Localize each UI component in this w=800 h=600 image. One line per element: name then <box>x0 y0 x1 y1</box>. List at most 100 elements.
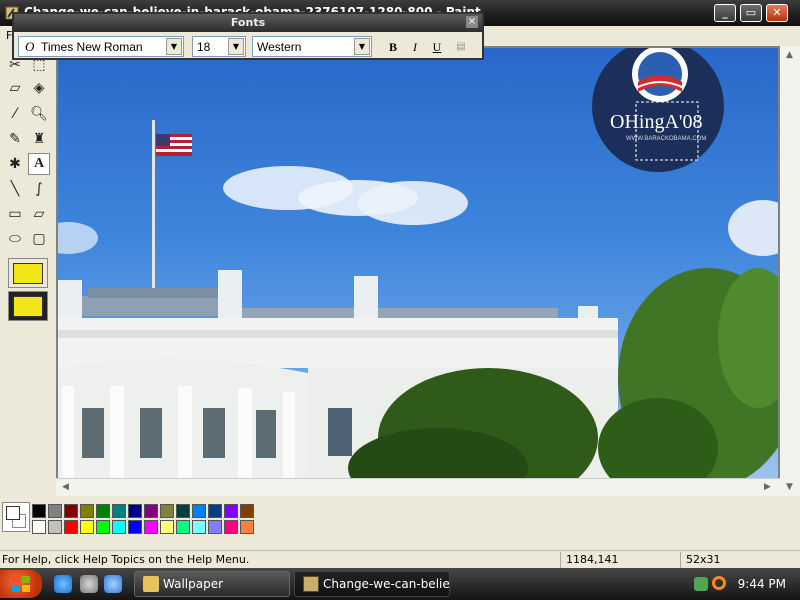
folder-icon <box>143 576 159 592</box>
drawing-canvas[interactable]: OHingA'08 WWW.BARACKOBAMA.COM <box>58 48 778 480</box>
task-wallpaper[interactable]: Wallpaper <box>134 571 290 597</box>
chevron-down-icon[interactable]: ▼ <box>166 38 182 55</box>
pencil-icon[interactable]: ✎ <box>4 128 26 150</box>
palette-swatch[interactable] <box>80 504 94 518</box>
internet-explorer-icon[interactable] <box>54 575 72 593</box>
palette-swatch[interactable] <box>144 520 158 534</box>
ellipse-icon[interactable]: ⬭ <box>4 228 26 250</box>
font-size-dropdown[interactable]: 18 ▼ <box>192 36 246 57</box>
opaque-option[interactable] <box>8 258 48 288</box>
palette-swatch[interactable] <box>96 504 110 518</box>
brush-icon[interactable]: ♜ <box>28 128 50 150</box>
palette-swatch[interactable] <box>48 504 62 518</box>
rounded-rect-icon[interactable]: ▢ <box>28 228 50 250</box>
airbrush-icon[interactable]: ✱ <box>4 153 26 175</box>
status-divider <box>680 552 681 568</box>
palette-swatch[interactable] <box>224 520 238 534</box>
italic-button[interactable]: I <box>406 38 424 56</box>
windows-logo-icon <box>12 576 30 592</box>
palette-swatch[interactable] <box>192 504 206 518</box>
start-button[interactable] <box>0 570 42 598</box>
logo-text: OHingA'08 <box>610 111 703 133</box>
status-divider <box>560 552 561 568</box>
bold-button[interactable]: B <box>384 38 402 56</box>
paint-window: Change-we-can-believe-in-barack-obama-23… <box>0 0 800 568</box>
palette-swatch[interactable] <box>64 520 78 534</box>
opentype-icon: O <box>25 39 35 54</box>
chevron-down-icon[interactable]: ▼ <box>354 38 370 55</box>
scroll-right-icon[interactable]: ▶ <box>764 482 771 492</box>
tool-box: ✂ ⬚ ▱ ◈ ⁄ 🔍︎ ✎ ♜ ✱ A ╲ ∫ ▭ ▱ ⬭ ▢ <box>0 46 56 496</box>
chevron-down-icon[interactable]: ▼ <box>228 38 244 55</box>
transparent-option-icon <box>13 296 43 317</box>
taskbar: Wallpaper Change-we-can-believ... 9:44 P… <box>0 568 800 600</box>
vertical-scrollbar[interactable]: ▲ ▼ <box>780 46 800 496</box>
palette-swatch[interactable] <box>64 504 78 518</box>
palette-swatch[interactable] <box>176 520 190 534</box>
palette-swatch[interactable] <box>224 504 238 518</box>
script-value: Western <box>257 40 302 54</box>
task-paint[interactable]: Change-we-can-believ... <box>294 571 450 597</box>
palette-swatch[interactable] <box>96 520 110 534</box>
white-house-picture: OHingA'08 WWW.BARACKOBAMA.COM <box>58 48 778 480</box>
clock: 9:44 PM <box>737 577 786 591</box>
foreground-color <box>6 506 20 520</box>
palette-swatch[interactable] <box>240 520 254 534</box>
scroll-up-icon[interactable]: ▲ <box>786 50 793 60</box>
campaign-logo-badge <box>592 48 724 172</box>
fonts-toolbar: Fonts × Times New Roman O ▼ 18 ▼ Western… <box>12 12 484 60</box>
magnifier-icon[interactable]: 🔍︎ <box>28 103 50 125</box>
font-name-dropdown[interactable]: Times New Roman O ▼ <box>18 36 184 57</box>
palette-swatch[interactable] <box>112 520 126 534</box>
palette-swatch[interactable] <box>128 504 142 518</box>
color-picker-icon[interactable]: ⁄ <box>4 103 26 125</box>
palette-swatch[interactable] <box>80 520 94 534</box>
palette-swatch[interactable] <box>160 520 174 534</box>
cursor-coordinates: 1184,141 <box>566 553 619 566</box>
scroll-left-icon[interactable]: ◀ <box>62 482 69 492</box>
palette-swatch[interactable] <box>128 520 142 534</box>
fonts-close-icon[interactable]: × <box>466 16 478 28</box>
minimize-button[interactable]: _ <box>714 4 736 22</box>
line-icon[interactable]: ╲ <box>4 178 26 200</box>
eraser-icon[interactable]: ▱ <box>4 77 26 99</box>
text-tool-icon[interactable]: A <box>28 153 50 175</box>
selection-size: 52x31 <box>686 553 721 566</box>
task-label: Change-we-can-believ... <box>323 577 450 591</box>
underline-button[interactable]: U <box>428 38 446 56</box>
us-flag <box>156 134 192 156</box>
palette-swatch[interactable] <box>208 504 222 518</box>
palette-swatch[interactable] <box>48 520 62 534</box>
close-button[interactable]: ✕ <box>766 4 788 22</box>
palette-swatch[interactable] <box>176 504 190 518</box>
polygon-icon[interactable]: ▱ <box>28 203 50 225</box>
network-icon[interactable] <box>694 577 708 591</box>
media-player-icon[interactable] <box>80 575 98 593</box>
palette-swatch[interactable] <box>32 504 46 518</box>
rectangle-icon[interactable]: ▭ <box>4 203 26 225</box>
palette-swatch[interactable] <box>240 504 254 518</box>
palette-swatch[interactable] <box>144 504 158 518</box>
fill-bucket-icon[interactable]: ◈ <box>28 77 50 99</box>
palette-swatch[interactable] <box>160 504 174 518</box>
messenger-icon[interactable] <box>104 575 122 593</box>
canvas-frame: OHingA'08 WWW.BARACKOBAMA.COM <box>56 46 780 496</box>
scroll-down-icon[interactable]: ▼ <box>786 482 793 492</box>
current-colors[interactable] <box>2 502 30 532</box>
palette-swatch[interactable] <box>208 520 222 534</box>
vertical-text-icon[interactable]: ▤ <box>452 38 470 56</box>
search-icon[interactable] <box>712 576 726 590</box>
font-size-value: 18 <box>197 40 211 54</box>
transparent-option[interactable] <box>8 291 48 321</box>
curve-icon[interactable]: ∫ <box>28 178 50 200</box>
palette-swatch[interactable] <box>192 520 206 534</box>
paint-icon <box>303 576 319 592</box>
fonts-toolbar-header[interactable]: Fonts × <box>14 14 482 32</box>
task-label: Wallpaper <box>163 577 224 591</box>
palette-swatch[interactable] <box>112 504 126 518</box>
maximize-button[interactable]: ▭ <box>740 4 762 22</box>
palette-swatch[interactable] <box>32 520 46 534</box>
status-bar: For Help, click Help Topics on the Help … <box>0 550 800 568</box>
horizontal-scrollbar[interactable]: ◀ ▶ <box>56 478 780 496</box>
script-dropdown[interactable]: Western ▼ <box>252 36 372 57</box>
